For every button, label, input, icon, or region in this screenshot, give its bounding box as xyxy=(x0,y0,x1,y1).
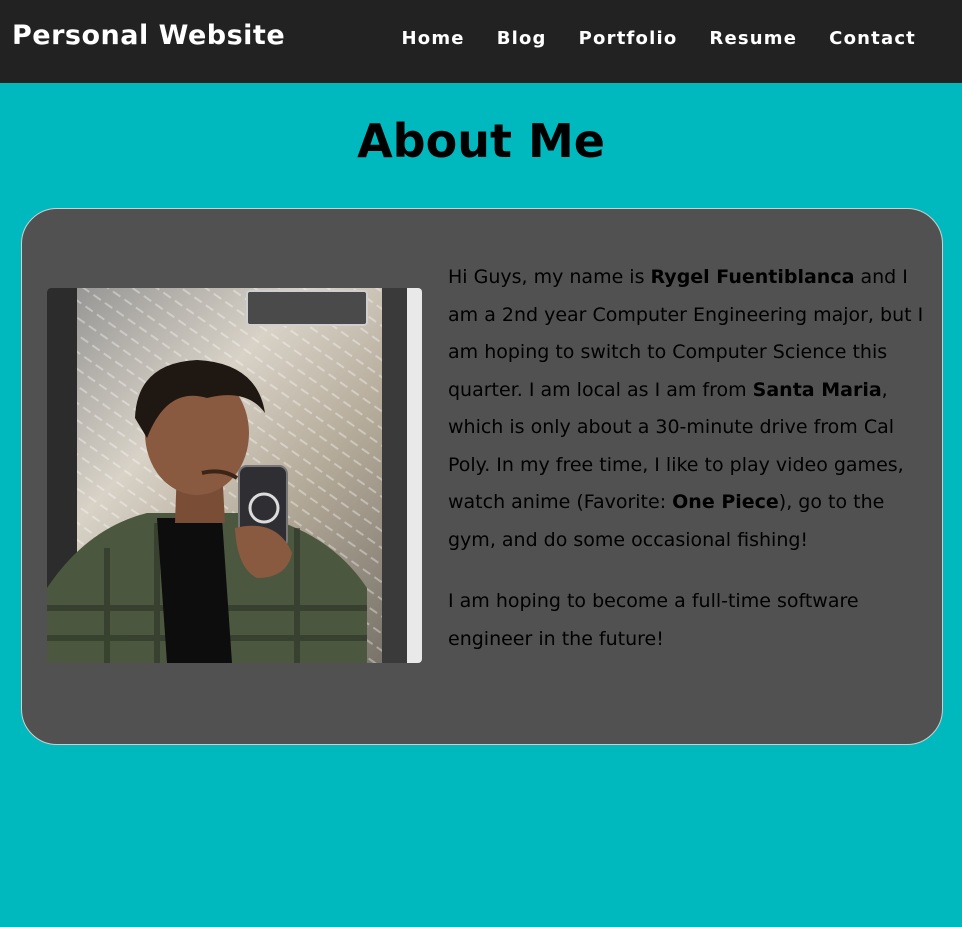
nav-links: Home Blog Portfolio Resume Contact xyxy=(402,28,917,49)
bio-favorite-anime: One Piece xyxy=(672,491,779,513)
nav-link-contact[interactable]: Contact xyxy=(829,28,916,49)
nav-link-home[interactable]: Home xyxy=(402,28,465,49)
bio-paragraph-1: Hi Guys, my name is Rygel Fuentiblanca a… xyxy=(448,266,924,551)
page-heading: About Me xyxy=(357,114,605,168)
bio-paragraph-2: I am hoping to become a full-time softwa… xyxy=(448,590,859,650)
nav-link-blog[interactable]: Blog xyxy=(497,28,547,49)
nav-link-resume[interactable]: Resume xyxy=(709,28,797,49)
bio-name: Rygel Fuentiblanca xyxy=(650,266,855,288)
bio-hometown: Santa Maria xyxy=(752,378,882,401)
bio: Hi Guys, my name is Rygel Fuentiblanca a… xyxy=(448,259,926,682)
site-title[interactable]: Personal Website xyxy=(12,20,285,51)
profile-photo-illustration xyxy=(47,288,422,663)
about-card: Hi Guys, my name is Rygel Fuentiblanca a… xyxy=(21,208,943,745)
profile-photo xyxy=(47,288,422,663)
nav-link-portfolio[interactable]: Portfolio xyxy=(579,28,678,49)
navbar: Personal Website Home Blog Portfolio Res… xyxy=(0,0,962,83)
